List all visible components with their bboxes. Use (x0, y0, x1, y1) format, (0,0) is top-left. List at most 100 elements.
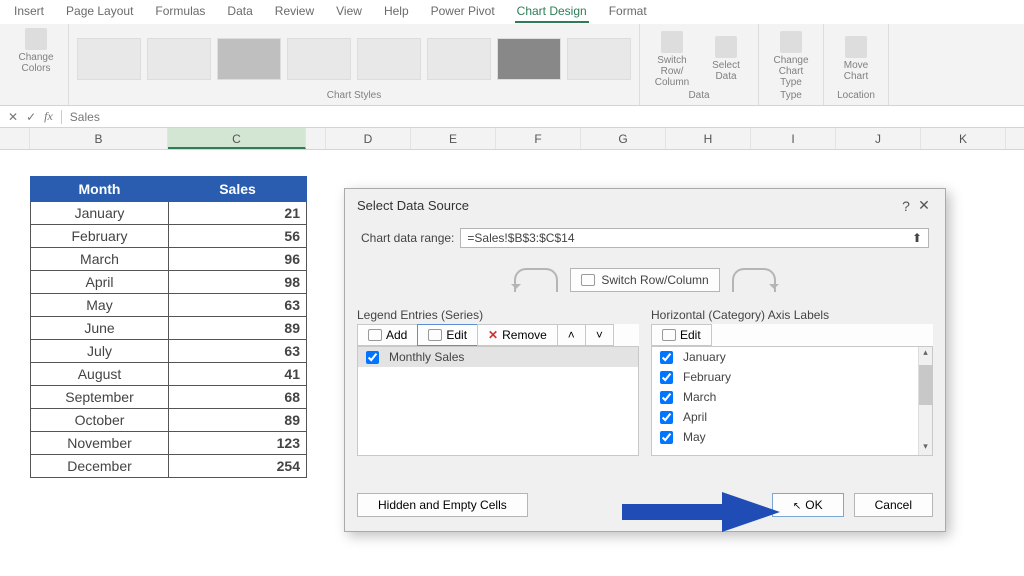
category-item[interactable]: March (652, 387, 932, 407)
cell-month[interactable]: December (31, 455, 169, 478)
move-chart-button[interactable]: Move Chart (832, 36, 880, 82)
chart-style-8[interactable] (567, 38, 631, 80)
cell-month[interactable]: August (31, 363, 169, 386)
table-row[interactable]: May63 (31, 294, 307, 317)
cell-sales[interactable]: 96 (169, 248, 307, 271)
cell-sales[interactable]: 123 (169, 432, 307, 455)
cell-sales[interactable]: 68 (169, 386, 307, 409)
cell-sales[interactable]: 41 (169, 363, 307, 386)
chart-style-6[interactable] (427, 38, 491, 80)
header-month[interactable]: Month (31, 177, 169, 202)
cell-sales[interactable]: 254 (169, 455, 307, 478)
cell-sales[interactable]: 98 (169, 271, 307, 294)
select-data-button[interactable]: Select Data (702, 36, 750, 82)
series-remove-button[interactable]: ✕Remove (477, 324, 557, 346)
change-chart-type-button[interactable]: Change Chart Type (767, 31, 815, 88)
cell-sales[interactable]: 56 (169, 225, 307, 248)
header-sales[interactable]: Sales (169, 177, 307, 202)
chart-style-3[interactable] (217, 38, 281, 80)
table-row[interactable]: August41 (31, 363, 307, 386)
category-checkbox[interactable] (660, 391, 673, 404)
category-item[interactable]: February (652, 367, 932, 387)
tab-page-layout[interactable]: Page Layout (64, 1, 135, 23)
ok-button[interactable]: ↖OK (772, 493, 844, 517)
table-row[interactable]: November123 (31, 432, 307, 455)
confirm-icon[interactable]: ✓ (26, 110, 36, 124)
col-g[interactable]: G (581, 128, 666, 149)
cell-month[interactable]: May (31, 294, 169, 317)
series-up-button[interactable]: ˄ (557, 324, 585, 346)
series-checkbox[interactable] (366, 351, 379, 364)
axis-edit-button[interactable]: Edit (651, 324, 712, 346)
cell-month[interactable]: February (31, 225, 169, 248)
category-checkbox[interactable] (660, 351, 673, 364)
col-b[interactable]: B (30, 128, 168, 149)
col-k[interactable]: K (921, 128, 1006, 149)
scroll-down-icon[interactable]: ▾ (919, 441, 932, 455)
cell-sales[interactable]: 63 (169, 294, 307, 317)
switch-row-column-button[interactable]: Switch Row/ Column (648, 31, 696, 88)
chart-data-range-input[interactable]: =Sales!$B$3:$C$14 ⬆ (460, 228, 929, 248)
cell-month[interactable]: April (31, 271, 169, 294)
col-h[interactable]: H (666, 128, 751, 149)
change-colors-button[interactable]: Change Colors (12, 28, 60, 74)
cancel-button[interactable]: Cancel (854, 493, 933, 517)
scroll-up-icon[interactable]: ▴ (919, 347, 932, 361)
tab-help[interactable]: Help (382, 1, 411, 23)
switch-row-column-dialog-button[interactable]: Switch Row/Column (570, 268, 719, 292)
cell-month[interactable]: July (31, 340, 169, 363)
col-sel-all[interactable] (0, 128, 30, 149)
hidden-empty-cells-button[interactable]: Hidden and Empty Cells (357, 493, 528, 517)
cell-month[interactable]: November (31, 432, 169, 455)
cell-sales[interactable]: 89 (169, 409, 307, 432)
close-icon[interactable]: ✕ (915, 197, 933, 214)
col-j[interactable]: J (836, 128, 921, 149)
category-checkbox[interactable] (660, 431, 673, 444)
tab-power-pivot[interactable]: Power Pivot (429, 1, 497, 23)
cell-month[interactable]: March (31, 248, 169, 271)
chart-style-2[interactable] (147, 38, 211, 80)
table-row[interactable]: September68 (31, 386, 307, 409)
chart-style-5[interactable] (357, 38, 421, 80)
table-row[interactable]: July63 (31, 340, 307, 363)
col-e[interactable]: E (411, 128, 496, 149)
cell-sales[interactable]: 21 (169, 202, 307, 225)
col-f[interactable]: F (496, 128, 581, 149)
series-edit-button[interactable]: Edit (417, 324, 477, 346)
col-d[interactable]: D (326, 128, 411, 149)
chart-style-1[interactable] (77, 38, 141, 80)
tab-insert[interactable]: Insert (12, 1, 46, 23)
series-add-button[interactable]: Add (357, 324, 417, 346)
series-list[interactable]: Monthly Sales (357, 346, 639, 456)
series-item[interactable]: Monthly Sales (358, 347, 638, 367)
table-row[interactable]: February56 (31, 225, 307, 248)
cell-sales[interactable]: 89 (169, 317, 307, 340)
cancel-icon[interactable]: ✕ (8, 110, 18, 124)
chart-style-7[interactable] (497, 38, 561, 80)
tab-formulas[interactable]: Formulas (153, 1, 207, 23)
cell-month[interactable]: June (31, 317, 169, 340)
category-checkbox[interactable] (660, 371, 673, 384)
cell-sales[interactable]: 63 (169, 340, 307, 363)
col-i[interactable]: I (751, 128, 836, 149)
col-c[interactable]: C (168, 128, 306, 149)
table-row[interactable]: June89 (31, 317, 307, 340)
cell-month[interactable]: October (31, 409, 169, 432)
series-down-button[interactable]: ˅ (585, 324, 614, 346)
cell-month[interactable]: September (31, 386, 169, 409)
help-icon[interactable]: ? (897, 198, 915, 214)
table-row[interactable]: December254 (31, 455, 307, 478)
tab-view[interactable]: View (334, 1, 364, 23)
tab-review[interactable]: Review (273, 1, 316, 23)
table-row[interactable]: March96 (31, 248, 307, 271)
tab-data[interactable]: Data (225, 1, 254, 23)
category-checkbox[interactable] (660, 411, 673, 424)
table-row[interactable]: October89 (31, 409, 307, 432)
scrollbar[interactable]: ▴ ▾ (918, 347, 932, 455)
tab-format[interactable]: Format (607, 1, 649, 23)
scroll-thumb[interactable] (919, 365, 932, 405)
cell-month[interactable]: January (31, 202, 169, 225)
range-picker-icon[interactable]: ⬆ (912, 231, 922, 245)
category-list[interactable]: JanuaryFebruaryMarchAprilMay ▴ ▾ (651, 346, 933, 456)
category-item[interactable]: January (652, 347, 932, 367)
